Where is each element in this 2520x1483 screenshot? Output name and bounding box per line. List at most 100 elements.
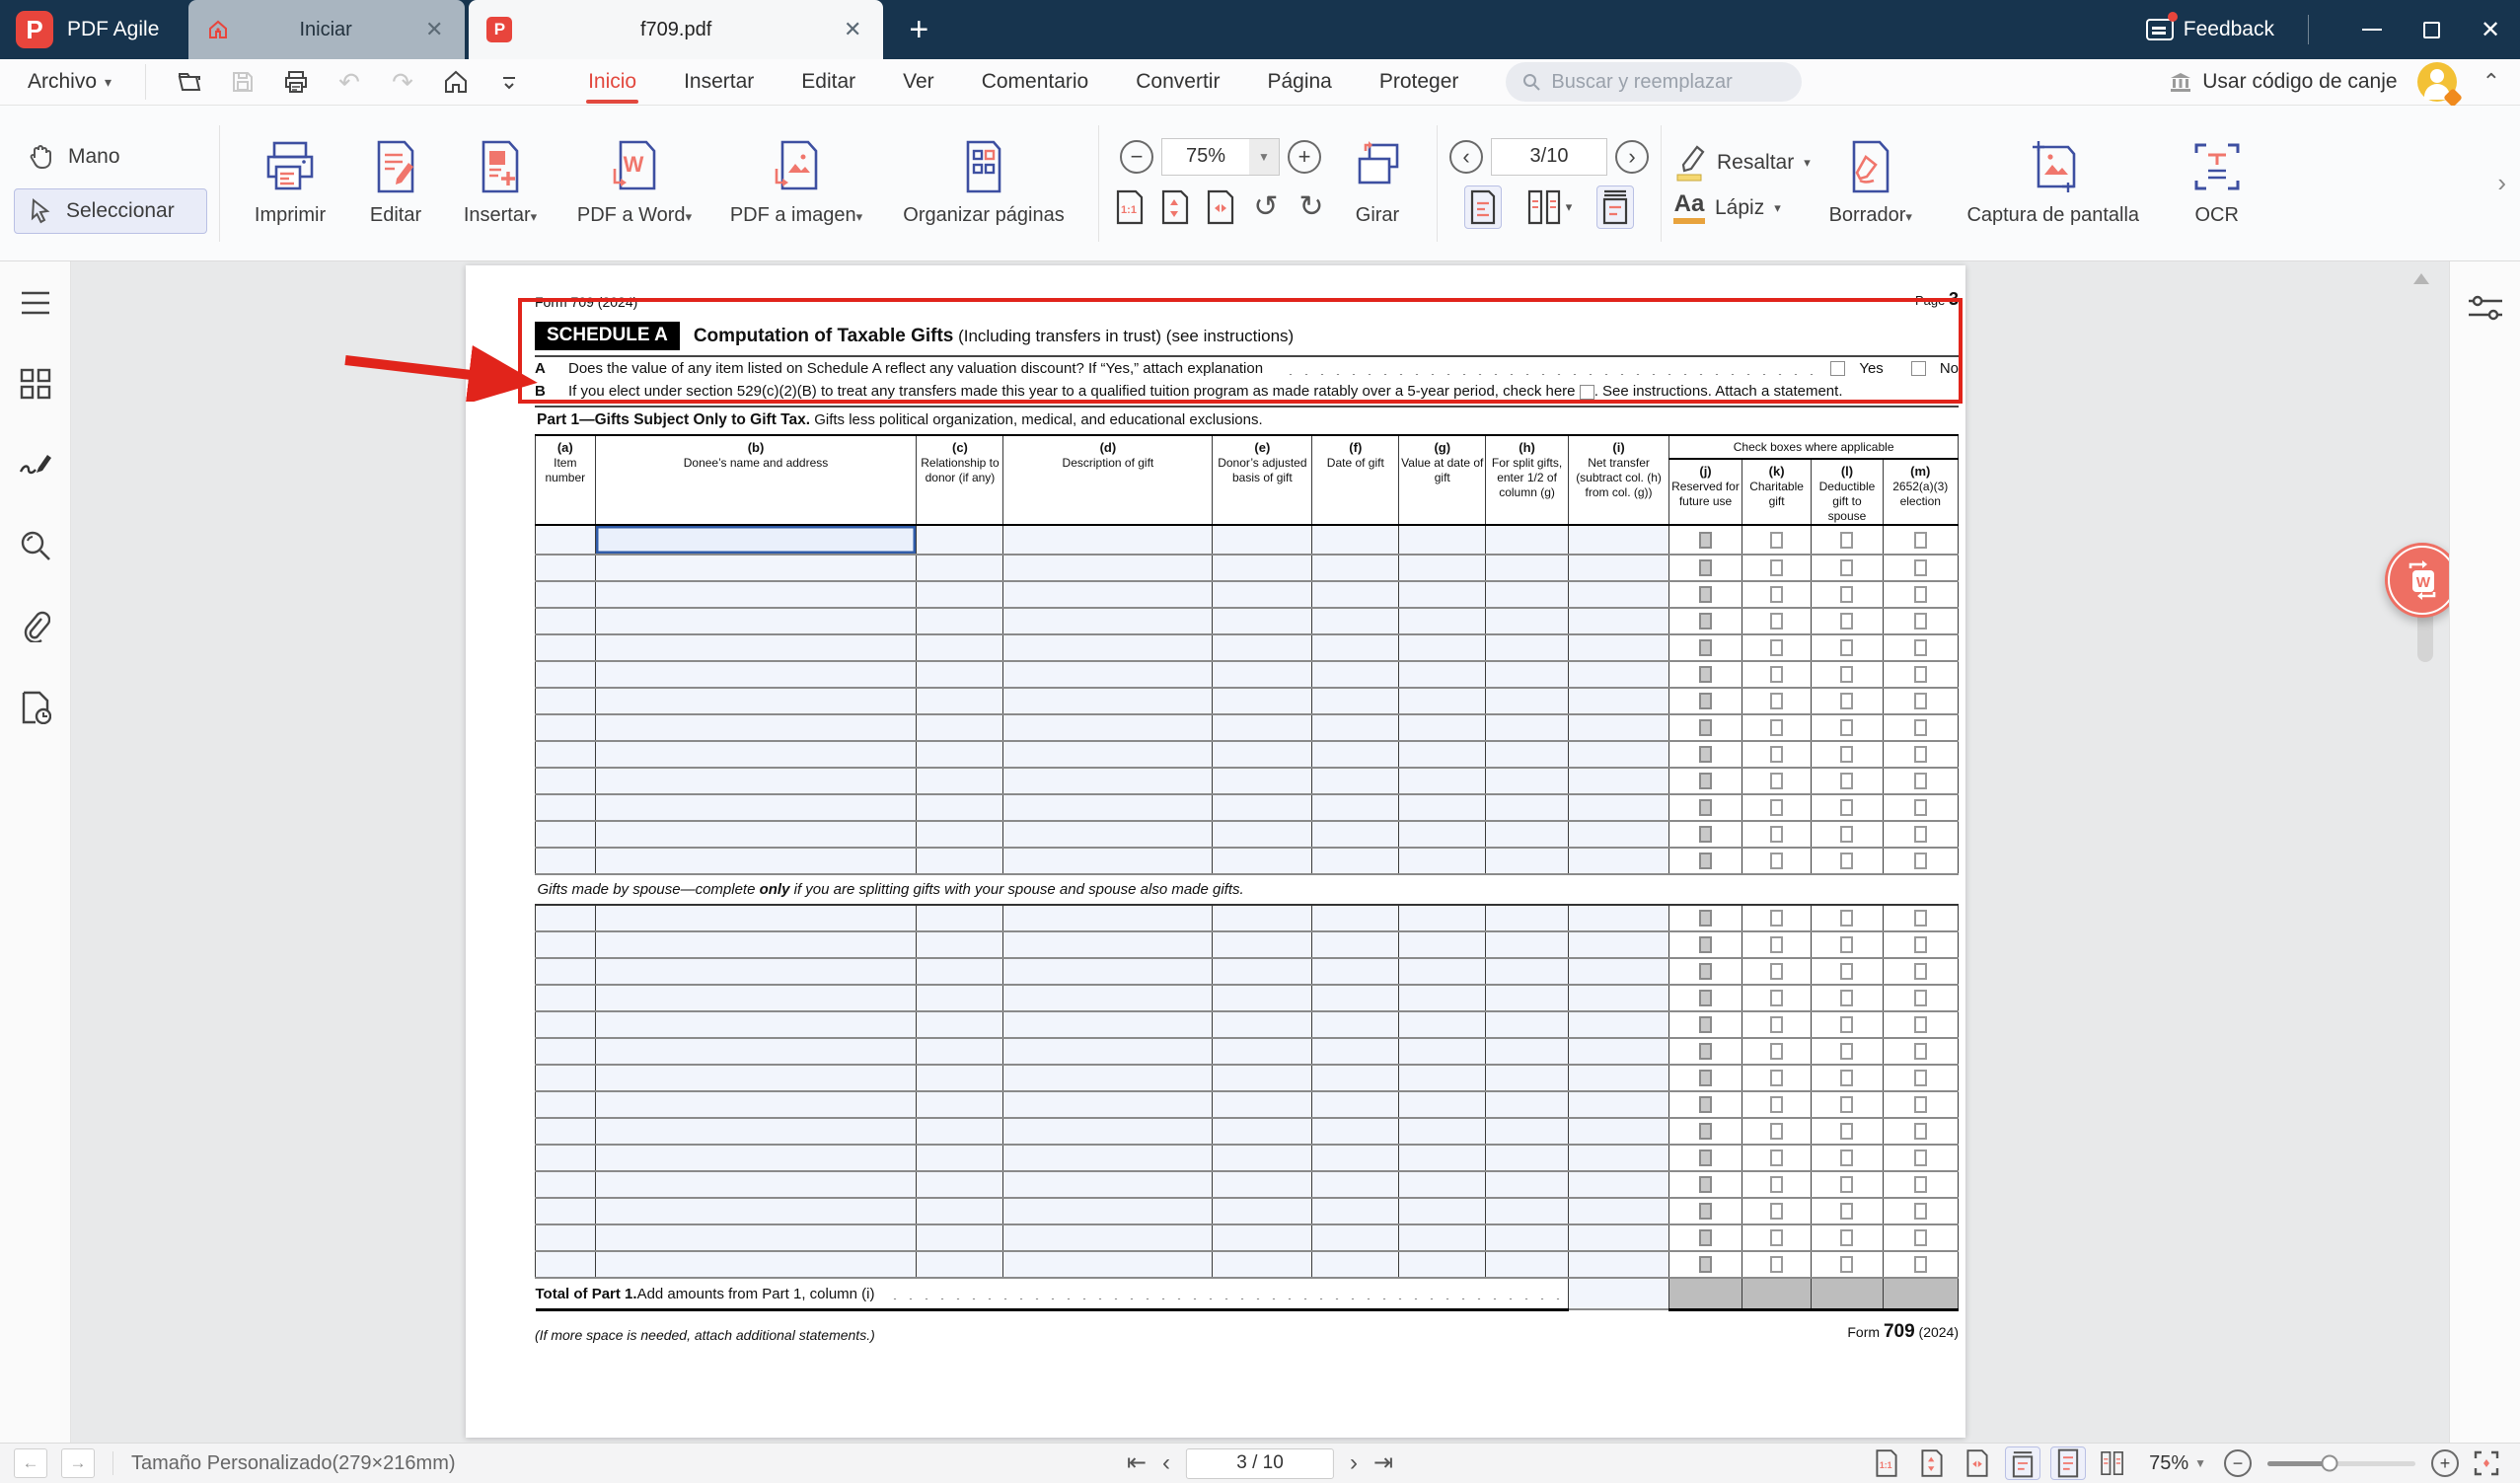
checkbox-cell[interactable] [1669,608,1742,634]
gift-field-cell[interactable] [1568,1065,1668,1091]
gift-field-cell[interactable] [595,525,917,555]
checkbox[interactable] [1840,773,1853,789]
gift-field-cell[interactable] [1568,768,1668,794]
checkbox[interactable] [1770,532,1783,549]
gift-field-cell[interactable] [1003,714,1213,741]
checkbox-cell[interactable] [1669,714,1742,741]
gift-field-cell[interactable] [1399,555,1486,581]
checkbox-cell[interactable] [1742,581,1812,608]
gift-field-cell[interactable] [917,581,1003,608]
gift-field-cell[interactable] [917,768,1003,794]
gift-field-cell[interactable] [1486,1065,1569,1091]
pencil-button[interactable]: Aa Lápiz ▾ [1673,192,1781,224]
checkbox-cell[interactable] [1742,1251,1812,1278]
gift-field-cell[interactable] [1486,931,1569,958]
checkbox-cell[interactable] [1669,848,1742,874]
gift-field-cell[interactable] [917,1251,1003,1278]
checkbox-cell[interactable] [1669,768,1742,794]
toolbar-options-button[interactable] [491,64,527,100]
gift-field-cell[interactable] [1003,1224,1213,1251]
gift-field-cell[interactable] [1312,1091,1399,1118]
gift-field-cell[interactable] [536,741,596,768]
zoom-out-button[interactable]: − [2224,1449,2252,1477]
checkbox[interactable] [1914,853,1927,869]
checkbox[interactable] [1914,1256,1927,1273]
checkbox[interactable] [1770,746,1783,763]
checkbox[interactable] [1840,936,1853,953]
checkbox[interactable] [1840,990,1853,1006]
gift-field-cell[interactable] [1486,1171,1569,1198]
gift-field-cell[interactable] [1213,1171,1312,1198]
thumbnails-panel-button[interactable] [18,366,53,402]
checkbox[interactable] [1770,799,1783,816]
gift-field-cell[interactable] [1486,985,1569,1011]
checkbox-cell[interactable] [1742,1171,1812,1198]
gift-field-cell[interactable] [1399,905,1486,931]
checkbox-cell[interactable] [1812,1224,1883,1251]
gift-field-cell[interactable] [1486,661,1569,688]
gift-field-cell[interactable] [1486,1145,1569,1171]
redeem-code-button[interactable]: Usar código de canje [2169,70,2397,94]
panel-menu-button[interactable] [18,285,53,321]
redo-button[interactable]: ↷ [385,64,420,100]
checkbox[interactable] [1840,559,1853,576]
checkbox[interactable] [1840,910,1853,927]
gift-field-cell[interactable] [595,1224,917,1251]
gift-field-cell[interactable] [1213,1091,1312,1118]
gift-field-cell[interactable] [1568,821,1668,848]
checkbox-cell[interactable] [1812,634,1883,661]
gift-field-cell[interactable] [917,661,1003,688]
gift-field-cell[interactable] [1003,1171,1213,1198]
gift-field-cell[interactable] [1568,555,1668,581]
checkbox-cell[interactable] [1812,768,1883,794]
checkbox[interactable] [1840,746,1853,763]
gift-field-cell[interactable] [1213,768,1312,794]
checkbox-cell[interactable] [1669,905,1742,931]
checkbox[interactable] [1914,936,1927,953]
gift-field-cell[interactable] [917,1091,1003,1118]
checkbox[interactable] [1770,826,1783,843]
checkbox[interactable] [1770,1123,1783,1140]
ribbon-expand-button[interactable]: › [2497,168,2506,198]
gift-field-cell[interactable] [1213,581,1312,608]
gift-field-cell[interactable] [536,1011,596,1038]
gift-field-cell[interactable] [1399,1011,1486,1038]
zoom-select[interactable]: 75% ▼ [2149,1452,2206,1475]
zoom-in-button[interactable]: + [1288,140,1321,174]
gift-field-cell[interactable] [1213,821,1312,848]
checkbox-cell[interactable] [1812,1198,1883,1224]
gift-field-cell[interactable] [1003,985,1213,1011]
checkbox-cell[interactable] [1883,1038,1958,1065]
gift-field-cell[interactable] [1486,794,1569,821]
gift-field-cell[interactable] [917,1171,1003,1198]
gift-field-cell[interactable] [595,1091,917,1118]
attachments-panel-button[interactable] [18,609,53,644]
gift-field-cell[interactable] [595,555,917,581]
checkbox-cell[interactable] [1812,1171,1883,1198]
gift-field-cell[interactable] [536,661,596,688]
fit-width-button[interactable] [1960,1446,1995,1480]
gift-field-cell[interactable] [1213,661,1312,688]
gift-field-cell[interactable] [1399,1145,1486,1171]
close-icon[interactable]: ✕ [421,17,447,42]
gift-field-cell[interactable] [1568,1224,1668,1251]
gift-field-cell[interactable] [917,985,1003,1011]
tab-comentario[interactable]: Comentario [980,62,1091,102]
gift-field-cell[interactable] [1213,1038,1312,1065]
gift-field-cell[interactable] [1486,958,1569,985]
checkbox-cell[interactable] [1669,525,1742,555]
gift-field-cell[interactable] [1003,1198,1213,1224]
gift-field-cell[interactable] [1312,1065,1399,1091]
checkbox[interactable] [1770,963,1783,980]
gift-field-cell[interactable] [1568,958,1668,985]
search-panel-button[interactable] [18,528,53,563]
checkbox[interactable] [1840,719,1853,736]
checkbox[interactable] [1914,826,1927,843]
checkbox-cell[interactable] [1812,958,1883,985]
gift-field-cell[interactable] [917,555,1003,581]
gift-field-cell[interactable] [1312,1198,1399,1224]
checkbox-cell[interactable] [1669,1091,1742,1118]
gift-field-cell[interactable] [595,821,917,848]
gift-field-cell[interactable] [1486,714,1569,741]
checkbox[interactable] [1914,1043,1927,1060]
